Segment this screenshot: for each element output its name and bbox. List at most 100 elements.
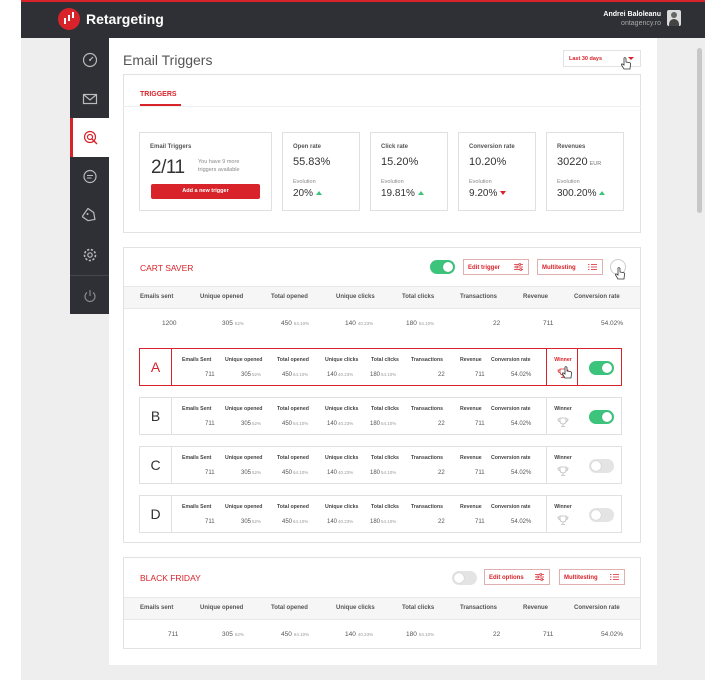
cell-percent: 64.10% — [293, 421, 309, 426]
avatar[interactable] — [667, 10, 681, 26]
page-title: Email Triggers — [123, 52, 213, 68]
cell-unique-clicks: 14040.23% — [327, 470, 353, 476]
stat-evolution: 20% — [293, 188, 323, 199]
variant-header: Total opened — [277, 504, 309, 510]
cell-value: 180 — [370, 372, 381, 378]
sidebar — [70, 38, 109, 314]
add-trigger-button[interactable]: Add a new trigger — [151, 184, 260, 199]
power-icon — [83, 289, 96, 302]
cell-value: 140 — [345, 631, 356, 638]
cell-revenue: 711 — [543, 631, 554, 638]
variant-row-a[interactable]: A Emails Sent Unique opened Total opened… — [139, 348, 622, 386]
cell-unique-clicks: 14040.23% — [327, 372, 353, 378]
chat-icon — [82, 169, 97, 183]
multitesting-label: Multitesting — [564, 575, 598, 581]
variant-header: Unique clicks — [325, 455, 359, 461]
black-friday-title: BLACK FRIDAY — [140, 573, 201, 583]
sidebar-item-settings[interactable] — [70, 235, 109, 274]
variant-header: Conversion rate — [491, 504, 531, 510]
stat-value-text: 15.20% — [381, 156, 419, 168]
cart-saver-toggle[interactable] — [430, 260, 455, 274]
settings-icon — [83, 248, 96, 261]
cell-transactions: 22 — [438, 421, 445, 427]
variant-header: Total clicks — [371, 504, 399, 510]
cell-value: 180 — [406, 631, 417, 638]
tag-icon — [81, 207, 96, 221]
sidebar-item-email[interactable] — [70, 79, 109, 118]
variant-header: Emails Sent — [182, 504, 212, 510]
cell-emails-sent: 711 — [205, 519, 215, 525]
cell-percent: 40.23% — [338, 519, 354, 524]
cell-value: 305 — [241, 519, 252, 525]
variant-header: Total opened — [277, 406, 309, 412]
variant-header: Unique opened — [225, 504, 263, 510]
cell-unique-opened: 30552% — [241, 372, 261, 378]
variant-toggle[interactable] — [589, 361, 614, 375]
variant-header: Unique clicks — [325, 357, 359, 363]
variant-toggle[interactable] — [589, 459, 614, 473]
edit-trigger-button[interactable]: Edit trigger — [463, 259, 529, 275]
variant-row-c[interactable]: C Emails Sent Unique opened Total opened… — [139, 446, 622, 484]
cell-total-clicks: 18054.10% — [370, 372, 396, 378]
sidebar-item-triggers[interactable] — [70, 118, 109, 157]
scrollbar[interactable] — [697, 48, 702, 213]
cell-value: 450 — [282, 519, 293, 525]
column-header: Transactions — [460, 605, 498, 611]
variant-header: Emails Sent — [182, 406, 212, 412]
trend-up-icon — [417, 191, 424, 196]
variant-header: Emails Sent — [182, 357, 212, 363]
cell-percent: 40.23% — [357, 321, 374, 326]
variant-header: Transactions — [411, 455, 444, 461]
cell-value: 180 — [370, 421, 381, 427]
cell-percent: 40.23% — [357, 632, 374, 637]
variant-toggle[interactable] — [589, 508, 614, 522]
stat-label: Email Triggers — [150, 144, 192, 150]
tab-triggers[interactable]: TRIGGERS — [140, 91, 177, 98]
cell-percent: 64.10% — [293, 519, 309, 524]
cell-revenue: 711 — [543, 320, 554, 327]
winner-cell[interactable]: Winner — [546, 496, 578, 532]
winner-label: Winner — [554, 455, 572, 461]
cell-value: 450 — [282, 372, 293, 378]
variant-row-d[interactable]: D Emails Sent Unique opened Total opened… — [139, 495, 622, 533]
multitesting-button[interactable]: Multitesting — [537, 259, 603, 275]
variant-header: Unique clicks — [325, 406, 359, 412]
variant-toggle[interactable] — [589, 410, 614, 424]
sidebar-item-tags[interactable] — [70, 196, 109, 235]
column-header: Total clicks — [402, 294, 435, 300]
cell-revenue: 711 — [475, 470, 485, 476]
logo-icon — [58, 8, 80, 30]
sidebar-item-dashboard[interactable] — [70, 40, 109, 79]
sliders-icon — [535, 573, 544, 581]
cell-percent: 52% — [252, 470, 262, 475]
trend-up-icon — [599, 191, 606, 196]
edit-options-button[interactable]: Edit options — [484, 569, 550, 585]
cell-revenue: 711 — [475, 372, 485, 378]
variant-header: Total opened — [277, 357, 309, 363]
multitesting-button[interactable]: Multitesting — [559, 569, 625, 585]
trigger-count-note: You have 9 more triggers available — [198, 159, 240, 173]
cell-conversion-rate: 54.02% — [511, 470, 532, 476]
black-friday-toggle[interactable] — [452, 571, 477, 585]
winner-cell[interactable]: Winner — [546, 398, 578, 434]
logo[interactable]: Retargeting — [58, 8, 164, 30]
variant-header: Transactions — [411, 504, 444, 510]
column-header: Revenue — [523, 294, 549, 300]
variant-header: Unique opened — [225, 406, 263, 412]
cell-total-clicks: 18054.10% — [370, 470, 396, 476]
stat-label: Revenues — [557, 144, 586, 150]
user-info[interactable]: Andrei Baloleanu ontagency.ro — [603, 11, 661, 27]
sidebar-item-logout[interactable] — [70, 276, 109, 315]
column-header: Unique opened — [200, 294, 244, 300]
cell-unique-clicks: 14040.23% — [327, 421, 353, 427]
stat-evolution: 9.20% — [469, 188, 507, 199]
column-header: Emails sent — [140, 294, 174, 300]
dashboard-icon — [82, 52, 97, 67]
cell-percent: 54.10% — [381, 519, 397, 524]
sidebar-item-messages[interactable] — [70, 157, 109, 196]
variant-row-b[interactable]: B Emails Sent Unique opened Total opened… — [139, 397, 622, 435]
stat-value: 15.20% — [381, 156, 418, 168]
cell-percent: 52% — [234, 632, 244, 637]
winner-cell[interactable]: Winner — [546, 447, 578, 483]
cell-unique-opened: 30552% — [222, 320, 244, 327]
